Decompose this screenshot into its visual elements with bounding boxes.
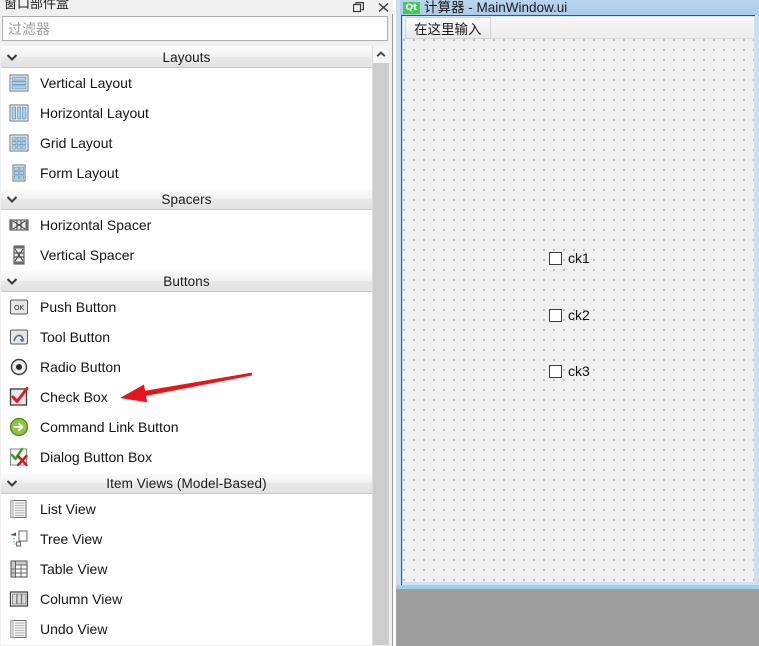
vertical-layout-icon [8,72,30,94]
widget-item-label: Column View [40,591,123,607]
widget-item-tree-view[interactable]: Tree View [1,524,372,554]
qt-designer-window: 窗口部件盒 LayoutsVertical Layo [0,0,759,646]
widget-item-vertical-spacer[interactable]: Vertical Spacer [1,240,372,270]
form-title: 计算器 - MainWindow.ui [424,0,568,15]
widget-item-label: Push Button [40,299,117,315]
scroll-up-icon[interactable] [373,46,389,63]
float-icon[interactable] [353,1,364,13]
widget-item-label: Table View [40,561,108,577]
vertical-spacer-icon [8,244,30,266]
scrollbar-thumb[interactable] [373,63,389,563]
canvas-checkbox-ck2[interactable]: ck2 [549,307,590,323]
checkbox-label: ck3 [568,363,590,379]
widget-item-label: List View [40,501,96,517]
chevron-down-icon[interactable] [6,193,18,205]
dialog-button-box-icon [8,446,30,468]
table-view-icon [8,558,30,580]
widget-box-titlebar-buttons [353,0,389,14]
widget-item-label: Horizontal Spacer [40,217,152,233]
widget-item-label: Grid Layout [40,135,113,151]
tool-button-icon [8,326,30,348]
radio-button-icon [8,356,30,378]
canvas-checkbox-ck1[interactable]: ck1 [549,250,590,266]
widget-item-dialog-button-box[interactable]: Dialog Button Box [1,442,372,472]
chevron-down-icon[interactable] [6,477,18,489]
horizontal-layout-icon [8,102,30,124]
tree-view-icon [8,528,30,550]
section-header-item-views-model-based[interactable]: Item Views (Model-Based) [1,472,372,494]
widget-item-list-view[interactable]: List View [1,494,372,524]
checkbox-label: ck2 [568,307,590,323]
widget-box-dock: 窗口部件盒 LayoutsVertical Layo [0,0,393,646]
widget-item-label: Tree View [40,531,103,547]
widget-box-titlebar: 窗口部件盒 [0,0,393,14]
widget-item-table-view[interactable]: Table View [1,554,372,584]
checkbox-box-icon[interactable] [549,251,562,265]
section-header-label: Layouts [162,49,211,65]
widget-item-horizontal-spacer[interactable]: Horizontal Spacer [1,210,372,240]
filter-input-wrapper [2,16,388,41]
checkbox-box-icon[interactable] [549,308,562,322]
undo-view-icon [8,618,30,640]
form-layout-icon [8,162,30,184]
svg-text:OK: OK [14,304,25,312]
horizontal-spacer-icon [8,214,30,236]
command-link-button-icon [8,416,30,438]
widget-item-label: Undo View [40,621,108,637]
chevron-down-icon[interactable] [6,275,18,287]
checkbox-label: ck1 [568,250,590,266]
section-header-spacers[interactable]: Spacers [1,188,372,210]
form-editor-area: Qt 计算器 - MainWindow.ui 在这里输入 ck1 ck2 ck3 [396,0,759,646]
form-titlebar: Qt 计算器 - MainWindow.ui [400,0,759,15]
qt-logo-icon: Qt [403,1,420,14]
form-menubar[interactable]: 在这里输入 [403,16,754,39]
widget-item-label: Check Box [40,389,108,405]
grid-layout-icon [8,132,30,154]
widget-item-label: Vertical Spacer [40,247,135,263]
form-canvas[interactable]: ck1 ck2 ck3 [403,39,754,582]
filter-input[interactable] [2,16,388,41]
widget-item-push-button[interactable]: OK Push Button [1,292,372,322]
check-box-icon [8,386,30,408]
widget-item-column-view[interactable]: Column View [1,584,372,614]
list-view-icon [8,498,30,520]
section-header-label: Spacers [161,191,212,207]
widget-item-undo-view[interactable]: Undo View [1,614,372,644]
push-button-icon: OK [8,296,30,318]
section-header-label: Item Views (Model-Based) [106,475,267,491]
widget-item-label: Vertical Layout [40,75,132,91]
widget-item-tool-button[interactable]: Tool Button [1,322,372,352]
widget-box-title: 窗口部件盒 [4,0,70,11]
widget-item-form-layout[interactable]: Form Layout [1,158,372,188]
section-header-layouts[interactable]: Layouts [1,46,372,68]
widget-box-scrollbar[interactable] [372,46,389,645]
column-view-icon [8,588,30,610]
widget-item-label: Command Link Button [40,419,179,435]
widget-item-label: Horizontal Layout [40,105,149,121]
canvas-checkbox-ck3[interactable]: ck3 [549,363,590,379]
widget-item-check-box[interactable]: Check Box [1,382,372,412]
widget-item-radio-button[interactable]: Radio Button [1,352,372,382]
editor-bottom-area [396,589,759,646]
section-header-label: Buttons [163,273,210,289]
widget-item-horizontal-layout[interactable]: Horizontal Layout [1,98,372,128]
widget-box-list[interactable]: Layouts Vertical Layout Horizontal Layout G… [1,46,372,645]
close-icon[interactable] [378,2,389,13]
widget-item-label: Form Layout [40,165,119,181]
checkbox-box-icon[interactable] [549,364,562,378]
widget-item-label: Radio Button [40,359,121,375]
widget-item-vertical-layout[interactable]: Vertical Layout [1,68,372,98]
widget-item-label: Dialog Button Box [40,449,153,465]
widget-item-command-link-button[interactable]: Command Link Button [1,412,372,442]
menubar-type-here[interactable]: 在这里输入 [405,16,491,39]
section-header-buttons[interactable]: Buttons [1,270,372,292]
widget-item-label: Tool Button [40,329,111,345]
widget-item-grid-layout[interactable]: Grid Layout [1,128,372,158]
chevron-down-icon[interactable] [6,51,18,63]
